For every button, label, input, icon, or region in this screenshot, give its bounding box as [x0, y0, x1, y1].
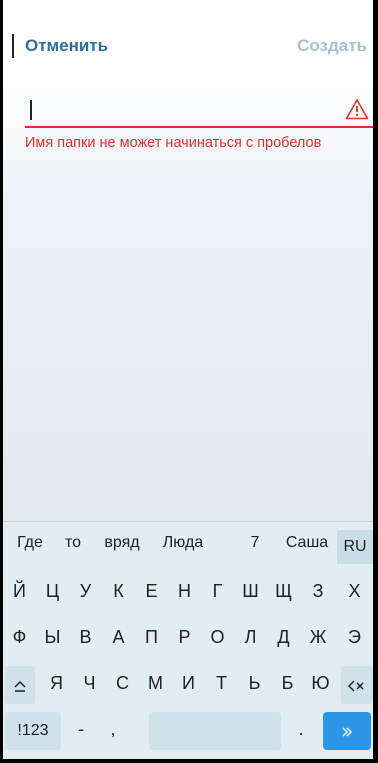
key[interactable]: Х: [336, 568, 373, 614]
enter-key[interactable]: [323, 712, 371, 750]
suggestion-item[interactable]: Где: [9, 522, 51, 564]
header: Отменить Создать: [3, 0, 373, 92]
shift-key[interactable]: [5, 666, 35, 704]
create-button[interactable]: Создать: [297, 36, 367, 56]
key[interactable]: У: [69, 568, 102, 614]
backspace-key[interactable]: [341, 666, 373, 704]
key[interactable]: Н: [168, 568, 201, 614]
key-row-3: Я Ч С М И Т Ь Б Ю: [3, 660, 373, 706]
input-caret: [30, 100, 32, 120]
dash-key[interactable]: -: [67, 706, 95, 752]
suggestion-item[interactable]: Саша: [281, 522, 333, 564]
key[interactable]: Э: [336, 614, 373, 660]
suggestion-item[interactable]: 7: [243, 522, 267, 564]
suggestion-item[interactable]: Люда: [153, 522, 213, 564]
key[interactable]: Й: [3, 568, 36, 614]
key[interactable]: Я: [40, 660, 73, 706]
key[interactable]: В: [69, 614, 102, 660]
key-row-4: !123 - , .: [3, 706, 373, 758]
field-underline: [25, 126, 373, 128]
key[interactable]: А: [102, 614, 135, 660]
key[interactable]: Г: [201, 568, 234, 614]
key[interactable]: Ь: [238, 660, 271, 706]
language-switch-button[interactable]: RU: [337, 530, 373, 564]
key[interactable]: Щ: [267, 568, 300, 614]
folder-name-field[interactable]: [25, 96, 373, 128]
suggestion-bar: Где то вряд Люда 7 Саша RU: [3, 522, 373, 564]
shift-icon: [14, 681, 26, 692]
key[interactable]: С: [106, 660, 139, 706]
key-row-2: Ф Ы В А П Р О Л Д Ж Э: [3, 614, 373, 660]
warning-triangle-icon: [345, 99, 369, 120]
numbers-key[interactable]: !123: [5, 712, 61, 750]
space-key[interactable]: [149, 712, 281, 750]
key[interactable]: Р: [168, 614, 201, 660]
key[interactable]: П: [135, 614, 168, 660]
key[interactable]: Д: [267, 614, 300, 660]
key[interactable]: Т: [205, 660, 238, 706]
key[interactable]: Л: [234, 614, 267, 660]
cancel-button[interactable]: Отменить: [25, 36, 108, 56]
key[interactable]: И: [172, 660, 205, 706]
comma-key[interactable]: ,: [99, 706, 127, 752]
key[interactable]: Ю: [304, 660, 337, 706]
key[interactable]: Ц: [36, 568, 69, 614]
key[interactable]: Ш: [234, 568, 267, 614]
key[interactable]: З: [300, 568, 336, 614]
key-row-1: Й Ц У К Е Н Г Ш Щ З Х: [3, 568, 373, 614]
key[interactable]: Б: [271, 660, 304, 706]
new-folder-screen: Отменить Создать Имя папки не может начи…: [3, 0, 373, 759]
frame-right-border: [373, 0, 378, 763]
key[interactable]: М: [139, 660, 172, 706]
text-cursor: [12, 34, 14, 58]
key[interactable]: К: [102, 568, 135, 614]
key[interactable]: Ч: [73, 660, 106, 706]
key[interactable]: Ф: [3, 614, 36, 660]
folder-name-input[interactable]: [37, 96, 337, 124]
key[interactable]: Ы: [36, 614, 69, 660]
suggestion-item[interactable]: вряд: [95, 522, 149, 564]
keyboard: Где то вряд Люда 7 Саша RU Й Ц У К Е Н Г…: [3, 521, 373, 759]
double-chevron-right-icon: [342, 727, 353, 737]
key[interactable]: О: [201, 614, 234, 660]
key[interactable]: Е: [135, 568, 168, 614]
error-message: Имя папки не может начинаться с пробелов: [25, 135, 322, 151]
suggestion-item[interactable]: то: [55, 522, 91, 564]
key[interactable]: Ж: [300, 614, 336, 660]
backspace-icon: [347, 680, 364, 692]
frame-bottom-border: [0, 759, 378, 763]
period-key[interactable]: .: [287, 706, 315, 752]
